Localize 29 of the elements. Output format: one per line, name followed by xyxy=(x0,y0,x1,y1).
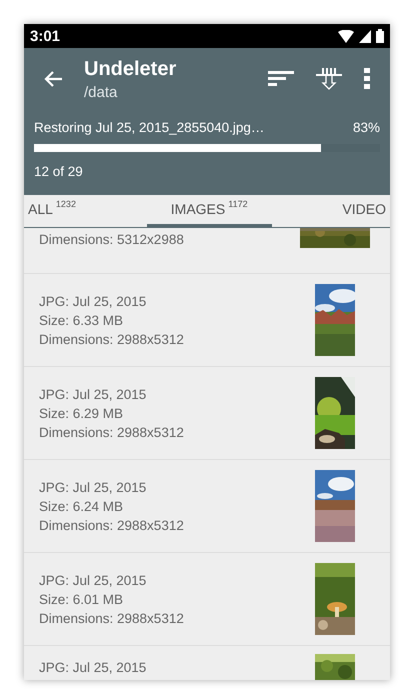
tab[interactable]: ALL 1232 xyxy=(24,195,80,227)
file-type-date: JPG: Jul 25, 2015 xyxy=(39,572,148,588)
tab[interactable]: IMAGES 1172 xyxy=(146,195,272,227)
file-type-date: JPG: Jul 25, 2015 xyxy=(39,386,148,402)
tab[interactable]: VIDEO xyxy=(338,195,390,227)
progress-message: Restoring Jul 25, 2015_2855040.jpg… xyxy=(34,120,264,135)
battery-icon xyxy=(376,29,384,43)
folder-path: /data xyxy=(84,84,118,100)
sort-icon[interactable] xyxy=(268,71,294,87)
file-type-date: JPG: Jul 25, 2015 xyxy=(39,480,148,494)
file-type-date: JPG: Jul 25, 2015 xyxy=(39,660,148,675)
file-size: Size: 6.24 MB xyxy=(39,498,124,514)
file-size: Size: 6.33 MB xyxy=(39,312,124,328)
app-title: Undeleter xyxy=(84,58,178,80)
status-time: 3:01 xyxy=(30,28,60,44)
file-dimensions: Dimensions: 5312x2988 xyxy=(39,232,185,247)
file-dimensions: Dimensions: 2988x5312 xyxy=(39,518,185,532)
progress-percent: 83% xyxy=(352,120,380,135)
file-size: Size: 6.01 MB xyxy=(39,592,124,606)
file-dimensions: Dimensions: 2988x5312 xyxy=(39,424,185,440)
filter-icon[interactable] xyxy=(316,68,342,90)
more-options-icon[interactable] xyxy=(364,68,370,90)
wifi-icon xyxy=(338,30,354,42)
file-type-date: JPG: Jul 25, 2015 xyxy=(39,294,148,308)
progress-count: 12 of 29 xyxy=(34,163,84,181)
file-size: Size: 6.29 MB xyxy=(39,406,124,420)
signal-icon xyxy=(359,30,371,42)
file-dimensions: Dimensions: 2988x5312 xyxy=(39,610,185,626)
file-dimensions: Dimensions: 2988x5312 xyxy=(39,332,185,346)
